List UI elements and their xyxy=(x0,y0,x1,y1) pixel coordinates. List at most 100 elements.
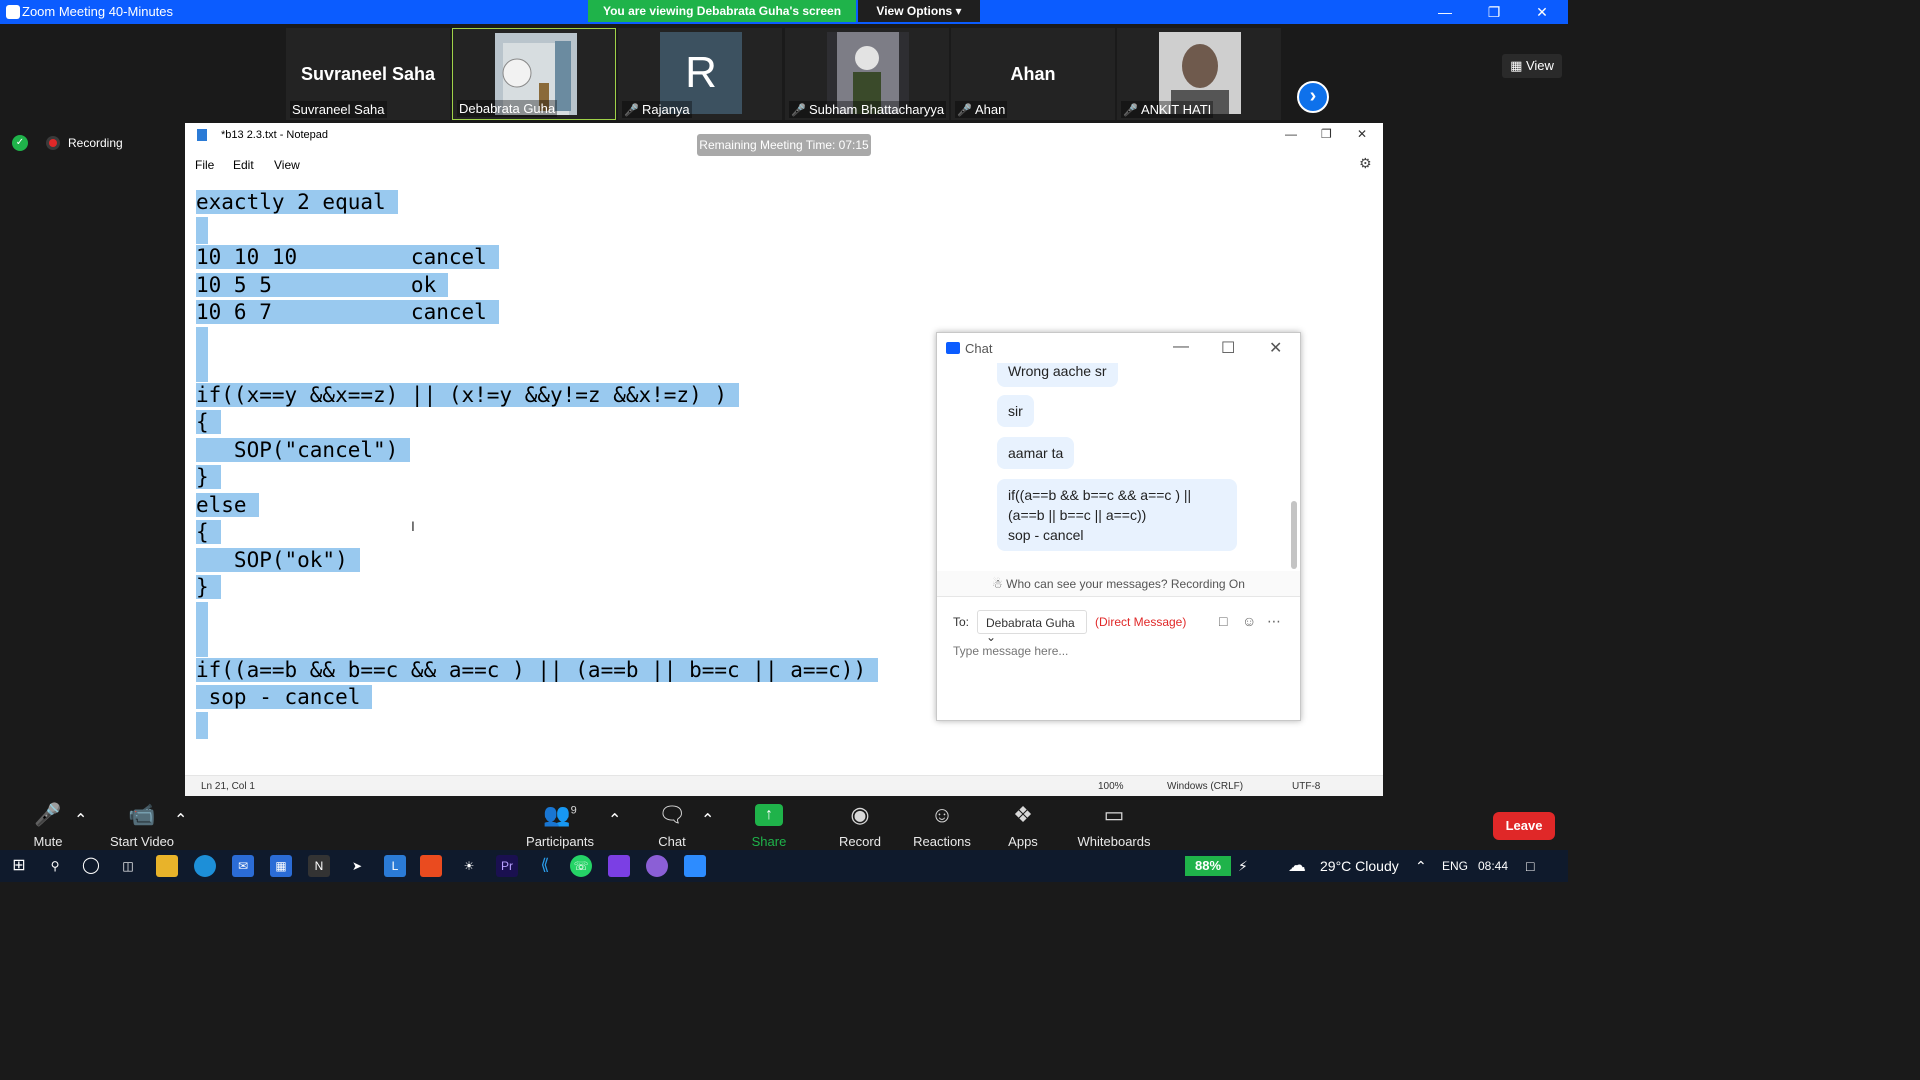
notepad-maximize-icon[interactable]: ❐ xyxy=(1321,127,1332,141)
chat-scrollbar[interactable] xyxy=(1291,501,1297,569)
vscode-icon[interactable]: ⟪ xyxy=(534,855,556,877)
next-page-arrow-icon[interactable]: › xyxy=(1297,81,1329,113)
selected-text: SOP("cancel") xyxy=(196,437,411,462)
apps-button[interactable]: ❖ Apps xyxy=(1004,802,1042,849)
view-layout-button[interactable]: ▦ View xyxy=(1502,54,1562,78)
edge-browser-icon[interactable] xyxy=(194,855,216,877)
participant-name: 🎤 Ahan xyxy=(955,101,1008,118)
battery-indicator[interactable]: 88% xyxy=(1185,856,1231,876)
charging-icon: ⚡ xyxy=(1238,858,1248,874)
participant-name: 🎤 ANKIT HATI xyxy=(1121,101,1214,118)
text-line: 10 6 7 cancel xyxy=(196,299,1096,327)
recipient-dropdown[interactable]: Debabrata Guha ⌄ xyxy=(977,610,1087,644)
notepad-minimize-icon[interactable]: — xyxy=(1285,127,1297,141)
participant-tile[interactable]: Suvraneel Saha Suvraneel Saha xyxy=(286,28,450,120)
cortana-icon[interactable]: ◯ xyxy=(80,855,102,877)
view-options-button[interactable]: View Options ▾ xyxy=(858,0,980,22)
selected-text: { xyxy=(196,520,221,544)
notepad-icon xyxy=(197,129,207,141)
chat-maximize-icon[interactable]: ☐ xyxy=(1221,338,1235,358)
chat-message: sir xyxy=(997,395,1034,427)
restore-icon[interactable]: ❐ xyxy=(1479,2,1509,22)
intellij-icon[interactable] xyxy=(608,855,630,877)
app-l-icon[interactable]: L xyxy=(384,855,406,877)
participant-tile[interactable]: R 🎤 Rajanya xyxy=(618,28,782,120)
grid-icon: ▦ xyxy=(1510,58,1526,73)
tray-chevron-icon[interactable]: ⌃ xyxy=(1415,858,1427,875)
line-ending: Windows (CRLF) xyxy=(1167,781,1244,792)
selected-text: exactly 2 equal xyxy=(196,190,398,214)
emoji-icon[interactable]: ☺ xyxy=(1242,613,1256,629)
store-icon[interactable]: ▦ xyxy=(270,855,292,877)
notepad-close-icon[interactable]: ✕ xyxy=(1357,127,1367,141)
menu-view[interactable]: View xyxy=(274,158,300,172)
viewing-screen-banner: You are viewing Debabrata Guha's screen xyxy=(588,0,856,22)
selected-text: } xyxy=(196,575,221,599)
app-icon[interactable]: ➤ xyxy=(346,855,368,877)
leave-button[interactable]: Leave xyxy=(1493,812,1555,840)
selected-text xyxy=(196,629,208,657)
brave-browser-icon[interactable] xyxy=(420,855,442,877)
start-video-button[interactable]: 📹 Start Video xyxy=(106,802,178,849)
window-title: Zoom Meeting 40-Minutes xyxy=(22,4,174,19)
whiteboards-button[interactable]: ▭ Whiteboards xyxy=(1076,802,1152,849)
gear-icon[interactable]: ⚙ xyxy=(1359,155,1372,172)
chat-caret-icon[interactable]: ⌃ xyxy=(701,810,714,830)
weather-text[interactable]: 29°C Cloudy xyxy=(1320,858,1399,874)
record-button[interactable]: ◉ Record xyxy=(836,802,884,849)
zoom-taskbar-icon[interactable] xyxy=(684,855,706,877)
participant-tile[interactable]: Ahan 🎤 Ahan xyxy=(951,28,1115,120)
chat-messages[interactable]: Wrong aache sr sir aamar ta if((a==b && … xyxy=(937,363,1292,601)
mute-options-caret-icon[interactable]: ⌃ xyxy=(74,810,87,830)
search-icon[interactable]: ⚲ xyxy=(44,855,66,877)
menu-file[interactable]: File xyxy=(195,158,214,172)
direct-message-label: (Direct Message) xyxy=(1095,615,1187,629)
participants-caret-icon[interactable]: ⌃ xyxy=(608,810,621,830)
more-icon[interactable]: ⋯ xyxy=(1267,613,1281,630)
menu-edit[interactable]: Edit xyxy=(233,158,254,172)
close-icon[interactable]: ✕ xyxy=(1527,2,1557,22)
text-line: exactly 2 equal xyxy=(196,189,1096,217)
task-view-icon[interactable]: ◫ xyxy=(117,855,139,877)
selected-text: if((x==y &&x==z) || (x!=y &&y!=z &&x!=z)… xyxy=(196,382,740,407)
security-shield-icon[interactable]: ✓ xyxy=(12,135,28,151)
mail-icon[interactable]: ✉ xyxy=(232,855,254,877)
chat-close-icon[interactable]: ✕ xyxy=(1269,338,1282,358)
mic-muted-icon: 🎤 xyxy=(624,103,639,117)
minimize-icon[interactable]: — xyxy=(1430,2,1460,22)
to-label: To: xyxy=(953,615,970,629)
mic-muted-icon: 🎤 xyxy=(1123,103,1138,117)
selected-text xyxy=(196,601,208,629)
file-icon[interactable]: □ xyxy=(1219,613,1227,629)
clock[interactable]: 08:44 xyxy=(1478,859,1508,873)
chat-minimize-icon[interactable]: — xyxy=(1173,338,1189,356)
participant-name: 🎤 Rajanya xyxy=(622,101,692,118)
mute-button[interactable]: 🎤 Mute xyxy=(27,802,69,849)
recording-dot-icon xyxy=(46,136,60,150)
notion-icon[interactable]: N xyxy=(308,855,330,877)
chat-message-input[interactable] xyxy=(953,641,1283,661)
meeting-toolbar: 🎤 Mute ⌃ 📹 Start Video ⌃ 👥9 Participants ⌃ … xyxy=(0,796,1568,864)
github-desktop-icon[interactable] xyxy=(646,855,668,877)
selected-text: 10 6 7 cancel xyxy=(196,300,499,324)
zoom-level: 100% xyxy=(1098,781,1124,792)
chat-button[interactable]: 🗨 Chat xyxy=(652,802,692,849)
record-icon: ◉ xyxy=(850,802,870,827)
message-visibility-note[interactable]: ☃ Who can see your messages? Recording O… xyxy=(937,571,1300,597)
video-off-icon: 📹 xyxy=(128,802,156,827)
language-indicator[interactable]: ENG xyxy=(1442,859,1468,873)
reactions-button[interactable]: ☺ Reactions xyxy=(912,802,972,849)
premiere-icon[interactable]: Pr xyxy=(496,855,518,877)
windows-start-icon[interactable]: ⊞ xyxy=(8,855,30,877)
whatsapp-icon[interactable]: ☏ xyxy=(570,855,592,877)
app-icon[interactable]: ☀ xyxy=(458,855,480,877)
file-explorer-icon[interactable] xyxy=(156,855,178,877)
participant-tile[interactable]: 🎤 Subham Bhattacharyya xyxy=(785,28,949,120)
participant-tile[interactable]: 🎤 ANKIT HATI xyxy=(1117,28,1281,120)
video-options-caret-icon[interactable]: ⌃ xyxy=(174,810,187,830)
notifications-icon[interactable]: □ xyxy=(1526,858,1534,874)
participant-tile-active[interactable]: Debabrata Guha xyxy=(452,28,616,120)
participants-button[interactable]: 👥9 Participants xyxy=(524,802,596,849)
chat-window: Chat — ☐ ✕ Wrong aache sr sir aamar ta i… xyxy=(936,332,1301,721)
participants-icon: 👥9 xyxy=(543,802,577,827)
